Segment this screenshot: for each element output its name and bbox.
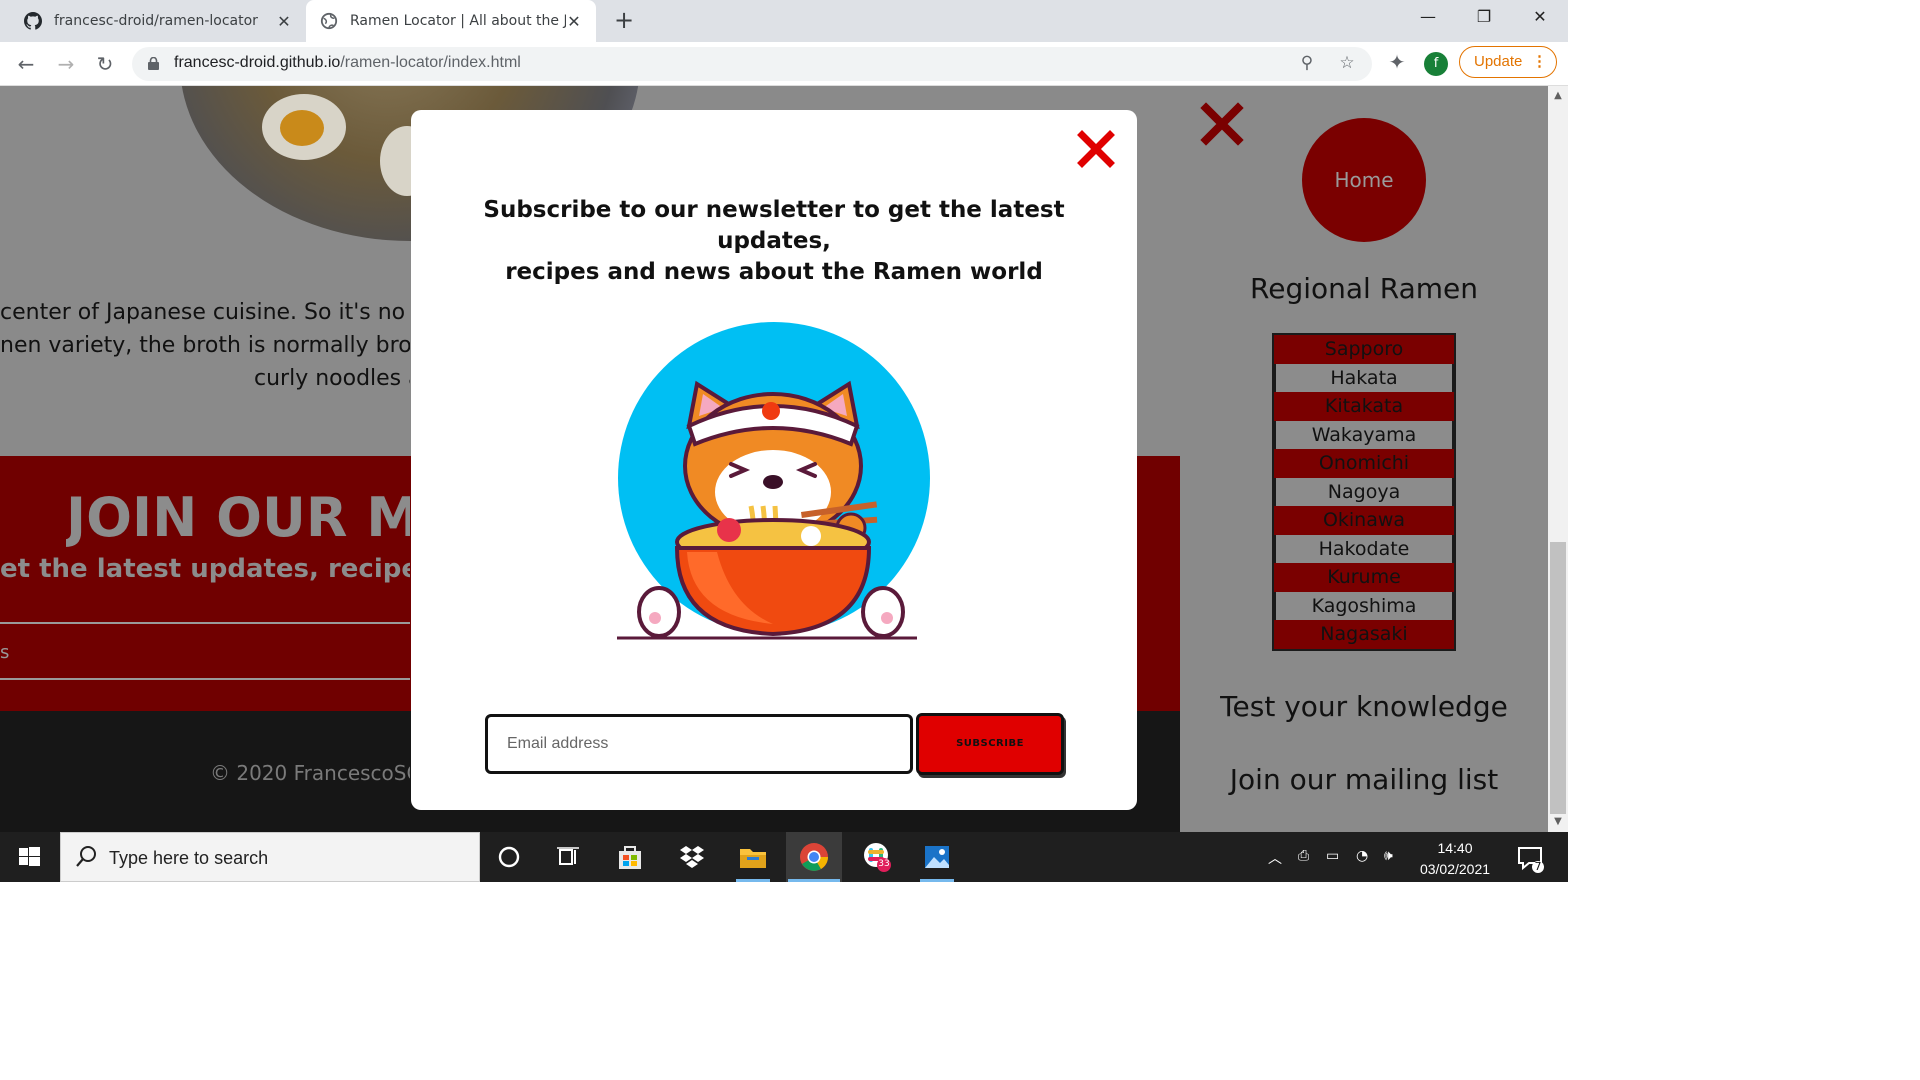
email-placeholder: Email address bbox=[507, 735, 609, 752]
photos-running-indicator bbox=[920, 879, 954, 882]
windows-start-icon[interactable] bbox=[0, 832, 58, 882]
wifi-icon[interactable]: ◔ bbox=[1356, 848, 1368, 864]
location-pin-icon[interactable]: ⚲ bbox=[1296, 53, 1318, 75]
modal-close-icon[interactable] bbox=[1077, 130, 1115, 168]
mailing-input[interactable]: s bbox=[0, 622, 410, 680]
region-list: Sapporo Hakata Kitakata Wakayama Onomich… bbox=[1272, 333, 1456, 651]
clock-time: 14:40 bbox=[1437, 840, 1473, 856]
browser-tab-strip: francesc-droid/ramen-locator ✕ Ramen Loc… bbox=[0, 0, 1568, 42]
home-button[interactable]: Home bbox=[1302, 118, 1426, 242]
notification-count: 7 bbox=[1534, 860, 1542, 873]
forward-icon[interactable]: → bbox=[52, 50, 80, 78]
mailing-input-text: s bbox=[0, 642, 10, 663]
reload-icon[interactable]: ↻ bbox=[91, 50, 119, 78]
file-explorer-icon[interactable] bbox=[737, 841, 769, 873]
region-item-hakodate[interactable]: Hakodate bbox=[1276, 534, 1452, 563]
scrollbar-thumb[interactable] bbox=[1550, 542, 1566, 814]
modal-title-line: Subscribe to our newsletter to get the l… bbox=[483, 197, 1065, 254]
back-icon[interactable]: ← bbox=[12, 50, 40, 78]
dropbox-icon[interactable] bbox=[676, 841, 708, 873]
newsletter-modal: Subscribe to our newsletter to get the l… bbox=[411, 110, 1137, 810]
tab-title: Ramen Locator | All about the Japanese bbox=[350, 13, 566, 29]
tab-github[interactable]: francesc-droid/ramen-locator ✕ bbox=[10, 0, 306, 42]
github-icon bbox=[24, 12, 42, 30]
taskbar: Type here to search 33 ︿ ⎙ ▭ ◔ 🕪 14:40 0… bbox=[0, 832, 1568, 882]
mailing-heading: JOIN OUR MAILING LIST bbox=[66, 486, 410, 549]
close-tab-icon[interactable]: ✕ bbox=[276, 12, 292, 31]
intro-text-line: center of Japanese cuisine. So it's no w… bbox=[0, 300, 410, 325]
region-item-sapporo[interactable]: Sapporo bbox=[1274, 335, 1454, 364]
browser-toolbar: ← → ↻ francesc-droid.github.io/ramen-loc… bbox=[0, 42, 1568, 86]
region-item-wakayama[interactable]: Wakayama bbox=[1276, 420, 1452, 449]
menu-dots-icon: ⋮ bbox=[1532, 53, 1547, 70]
copyright-text: © 2020 FrancescoSC bbox=[210, 761, 410, 785]
scroll-up-arrow-icon[interactable]: ▲ bbox=[1548, 90, 1568, 101]
task-view-icon[interactable] bbox=[552, 841, 584, 873]
url-text: francesc-droid.github.io/ramen-locator/i… bbox=[174, 54, 521, 72]
region-item-kitakata[interactable]: Kitakata bbox=[1274, 392, 1454, 421]
quiz-link[interactable]: Test your knowledge bbox=[1180, 690, 1548, 723]
region-item-nagoya[interactable]: Nagoya bbox=[1276, 477, 1452, 506]
shiba-ramen-illustration bbox=[617, 322, 930, 640]
restore-icon[interactable]: ❐ bbox=[1456, 0, 1512, 36]
extensions-puzzle-icon[interactable]: ✦ bbox=[1385, 50, 1409, 78]
url-path: /ramen-locator/index.html bbox=[340, 54, 521, 71]
subscribe-button[interactable]: SUBSCRIBE bbox=[916, 713, 1064, 775]
search-icon bbox=[76, 846, 96, 867]
scroll-down-arrow-icon[interactable]: ▼ bbox=[1548, 816, 1568, 827]
system-clock[interactable]: 14:40 03/02/2021 bbox=[1410, 838, 1500, 880]
mailing-subheading: et the latest updates, recipes and news bbox=[0, 554, 410, 584]
volume-icon[interactable]: 🕪 bbox=[1384, 848, 1393, 864]
minimize-icon[interactable]: — bbox=[1400, 0, 1456, 36]
sidebar-close-icon[interactable] bbox=[1200, 102, 1244, 146]
region-item-nagasaki[interactable]: Nagasaki bbox=[1274, 620, 1454, 649]
cortana-icon[interactable] bbox=[493, 841, 525, 873]
modal-title-line: recipes and news about the Ramen world bbox=[505, 259, 1043, 285]
photos-icon[interactable] bbox=[921, 841, 953, 873]
url-domain: francesc-droid.github.io bbox=[174, 54, 341, 71]
clock-date: 03/02/2021 bbox=[1419, 861, 1491, 877]
regional-ramen-heading: Regional Ramen bbox=[1250, 272, 1478, 305]
bookmark-star-icon[interactable]: ☆ bbox=[1336, 53, 1358, 75]
tab-ramen-locator[interactable]: Ramen Locator | All about the Japanese ✕ bbox=[306, 0, 596, 42]
address-bar[interactable]: francesc-droid.github.io/ramen-locator/i… bbox=[132, 47, 1372, 81]
new-tab-button[interactable]: + bbox=[610, 6, 638, 34]
search-placeholder: Type here to search bbox=[109, 848, 269, 868]
device-icon[interactable]: ⎙ bbox=[1298, 848, 1309, 864]
chrome-icon[interactable] bbox=[798, 841, 830, 873]
profile-avatar[interactable]: f bbox=[1424, 52, 1448, 76]
show-hidden-icons-icon[interactable]: ︿ bbox=[1268, 848, 1282, 868]
globe-icon bbox=[320, 12, 338, 30]
slack-badge: 33 bbox=[878, 859, 890, 869]
update-label: Update bbox=[1474, 53, 1523, 70]
mailing-list-link[interactable]: Join our mailing list bbox=[1180, 763, 1548, 796]
region-item-okinawa[interactable]: Okinawa bbox=[1274, 506, 1454, 535]
lock-icon bbox=[148, 57, 159, 70]
region-item-kurume[interactable]: Kurume bbox=[1274, 563, 1454, 592]
taskbar-search[interactable]: Type here to search bbox=[60, 832, 480, 882]
chrome-running-indicator bbox=[788, 879, 840, 882]
explorer-running-indicator bbox=[736, 879, 770, 882]
region-item-kagoshima[interactable]: Kagoshima bbox=[1276, 591, 1452, 620]
region-item-hakata[interactable]: Hakata bbox=[1276, 363, 1452, 392]
tab-title: francesc-droid/ramen-locator bbox=[54, 13, 258, 29]
intro-text-line: nen variety, the broth is normally brown… bbox=[0, 333, 410, 358]
close-window-icon[interactable]: ✕ bbox=[1512, 0, 1568, 36]
update-button[interactable]: Update ⋮ bbox=[1459, 46, 1557, 78]
battery-icon[interactable]: ▭ bbox=[1326, 848, 1339, 864]
egg-image bbox=[262, 94, 346, 160]
store-icon[interactable] bbox=[614, 841, 646, 873]
email-input[interactable]: Email address bbox=[485, 714, 913, 774]
close-tab-icon[interactable]: ✕ bbox=[566, 12, 582, 31]
intro-text-line: curly noodles and bbox=[254, 366, 410, 391]
region-item-onomichi[interactable]: Onomichi bbox=[1274, 449, 1454, 478]
modal-title: Subscribe to our newsletter to get the l… bbox=[441, 195, 1107, 288]
